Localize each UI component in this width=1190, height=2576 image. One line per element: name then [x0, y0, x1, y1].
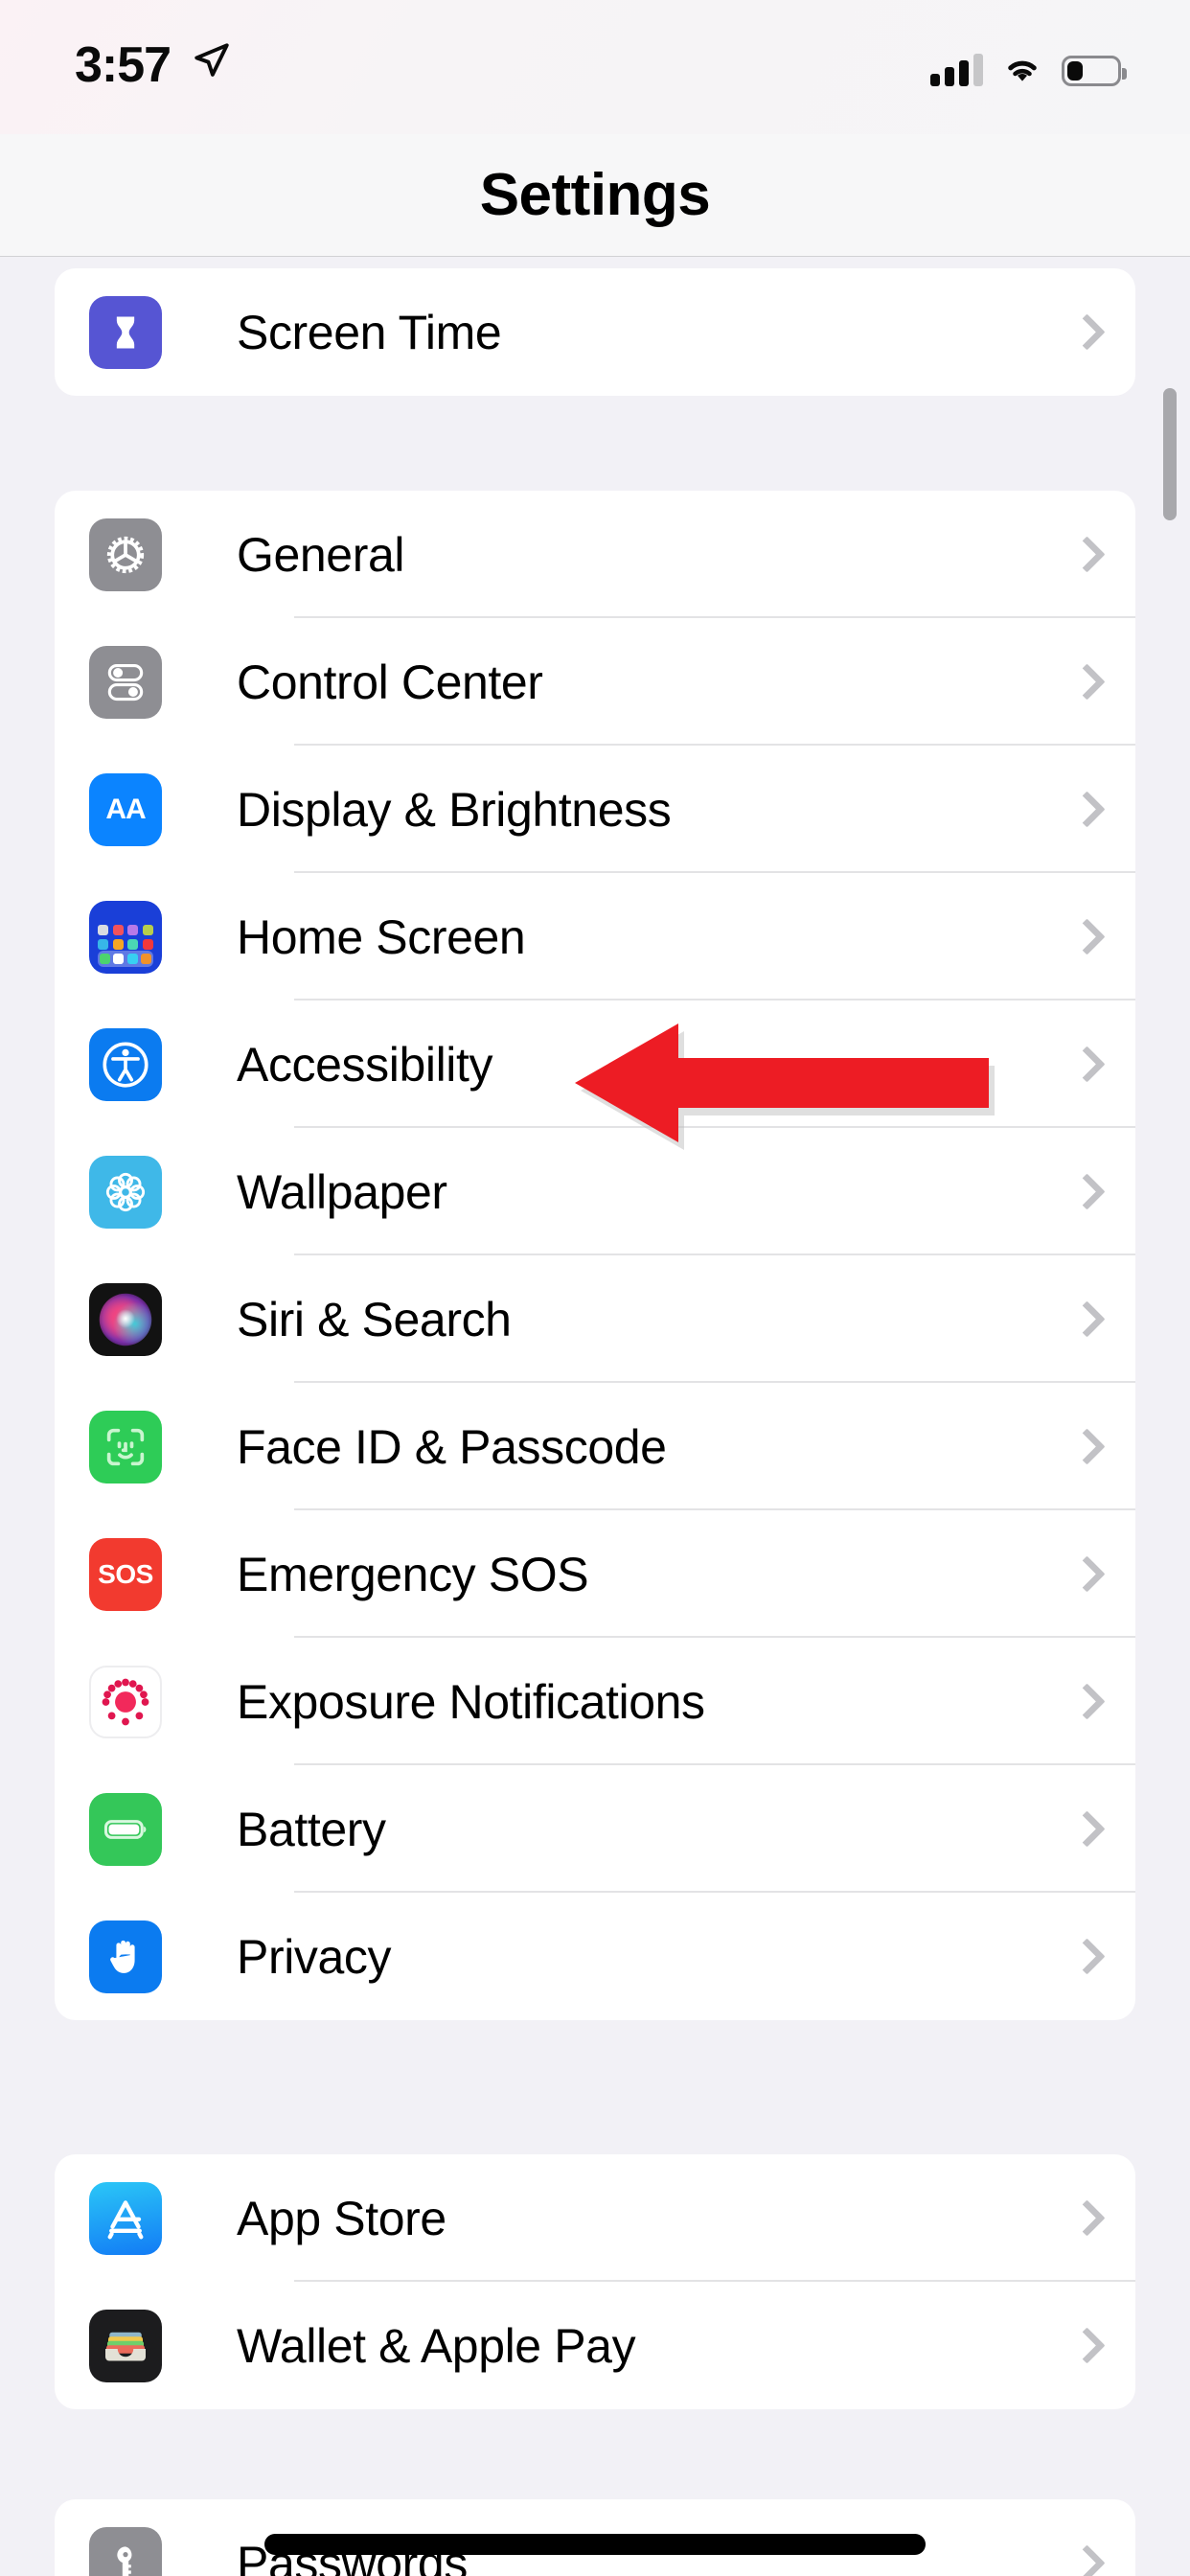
settings-row-wallet-apple-pay[interactable]: Wallet & Apple Pay — [55, 2282, 1135, 2409]
status-bar: 3:57 — [0, 0, 1190, 134]
gear-icon — [89, 518, 162, 591]
settings-row-label: General — [237, 527, 405, 582]
chevron-right-icon — [1072, 1046, 1093, 1083]
chevron-right-icon — [1072, 2328, 1093, 2364]
flower-rosette-icon — [89, 1155, 162, 1229]
status-time: 3:57 — [75, 37, 172, 93]
aa-text-icon: AA — [89, 772, 162, 846]
status-indicators — [930, 42, 1127, 86]
chevron-right-icon — [1072, 792, 1093, 828]
accessibility-person-icon — [89, 1027, 162, 1101]
settings-row-label: Home Screen — [237, 909, 526, 964]
settings-row-display-brightness[interactable]: AA Display & Brightness — [55, 746, 1135, 873]
group-screen-time: Screen Time — [55, 268, 1135, 396]
settings-row-label: Privacy — [237, 1929, 392, 1984]
chevron-right-icon — [1072, 1556, 1093, 1593]
settings-row-face-id-passcode[interactable]: Face ID & Passcode — [55, 1383, 1135, 1510]
chevron-right-icon — [1072, 664, 1093, 701]
chevron-right-icon — [1072, 537, 1093, 573]
hand-raised-icon — [89, 1920, 162, 1993]
sos-icon: SOS — [89, 1537, 162, 1611]
settings-row-label: Wallpaper — [237, 1164, 447, 1219]
settings-row-emergency-sos[interactable]: SOS Emergency SOS — [55, 1510, 1135, 1638]
cellular-signal-icon — [930, 54, 983, 86]
settings-row-screen-time[interactable]: Screen Time — [55, 268, 1135, 396]
app-store-icon — [89, 2181, 162, 2255]
settings-row-control-center[interactable]: Control Center — [55, 618, 1135, 746]
chevron-right-icon — [1072, 1939, 1093, 1975]
siri-orb-icon — [89, 1282, 162, 1356]
home-indicator — [264, 2534, 926, 2555]
settings-row-privacy[interactable]: Privacy — [55, 1893, 1135, 2020]
settings-row-battery[interactable]: Battery — [55, 1765, 1135, 1893]
chevron-right-icon — [1072, 1811, 1093, 1848]
settings-row-label: Control Center — [237, 655, 543, 709]
settings-screen: Screen Time General Control Center AA Displ… — [0, 0, 1190, 2576]
chevron-right-icon — [1072, 1684, 1093, 1720]
settings-row-accessibility[interactable]: Accessibility — [55, 1000, 1135, 1128]
settings-row-label: Exposure Notifications — [237, 1674, 705, 1729]
settings-row-wallpaper[interactable]: Wallpaper — [55, 1128, 1135, 1255]
page-title: Settings — [479, 162, 711, 228]
settings-row-exposure-notifications[interactable]: Exposure Notifications — [55, 1638, 1135, 1765]
settings-row-siri-search[interactable]: Siri & Search — [55, 1255, 1135, 1383]
chevron-right-icon — [1072, 2200, 1093, 2237]
chevron-right-icon — [1072, 1174, 1093, 1210]
location-arrow-icon — [195, 43, 229, 77]
chevron-right-icon — [1072, 1301, 1093, 1338]
chevron-right-icon — [1072, 314, 1093, 351]
battery-icon — [1062, 56, 1127, 86]
wifi-icon — [1008, 60, 1037, 81]
settings-row-home-screen[interactable]: Home Screen — [55, 873, 1135, 1000]
chevron-right-icon — [1072, 1429, 1093, 1465]
settings-row-label: App Store — [237, 2191, 446, 2245]
settings-row-label: Face ID & Passcode — [237, 1419, 667, 1474]
group-system: General Control Center AA Display & Brightn… — [55, 491, 1135, 2020]
settings-row-label: Siri & Search — [237, 1292, 512, 1346]
toggles-icon — [89, 645, 162, 719]
settings-row-label: Wallet & Apple Pay — [237, 2318, 636, 2373]
settings-row-label: Accessibility — [237, 1037, 493, 1092]
chevron-right-icon — [1072, 919, 1093, 955]
app-grid-icon — [89, 900, 162, 974]
battery-icon — [89, 1792, 162, 1866]
settings-row-label: Emergency SOS — [237, 1547, 589, 1601]
scroll-indicator[interactable] — [1163, 388, 1177, 520]
settings-row-label: Screen Time — [237, 305, 502, 359]
settings-row-app-store[interactable]: App Store — [55, 2154, 1135, 2282]
face-id-icon — [89, 1410, 162, 1484]
chevron-right-icon — [1072, 2545, 1093, 2576]
settings-row-label: Display & Brightness — [237, 782, 672, 837]
settings-row-label: Battery — [237, 1802, 386, 1856]
settings-scroll-content[interactable]: Screen Time General Control Center AA Displ… — [0, 0, 1190, 2576]
settings-row-general[interactable]: General — [55, 491, 1135, 618]
nav-bar: Settings — [0, 134, 1190, 257]
key-icon — [89, 2526, 162, 2576]
wallet-icon — [89, 2309, 162, 2382]
nav-hairline — [0, 256, 1190, 257]
group-store: App Store Wallet & Apple Pay — [55, 2154, 1135, 2409]
hourglass-icon — [89, 295, 162, 369]
exposure-dots-icon — [89, 1665, 162, 1738]
